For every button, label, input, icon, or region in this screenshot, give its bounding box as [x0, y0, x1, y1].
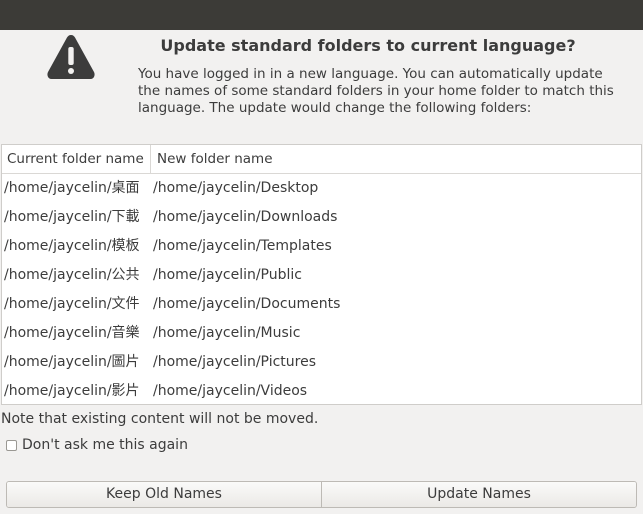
current-folder-cell: /home/jaycelin/下載: [4, 209, 140, 225]
current-folder-cell: /home/jaycelin/桌面: [4, 180, 140, 196]
new-folder-cell: /home/jaycelin/Desktop: [153, 180, 319, 196]
dont-ask-again-row[interactable]: Don't ask me this again: [6, 436, 188, 454]
new-folder-cell: /home/jaycelin/Pictures: [153, 354, 316, 370]
new-folder-cell: /home/jaycelin/Templates: [153, 238, 332, 254]
table-row[interactable]: /home/jaycelin/模板 /home/jaycelin/Templat…: [2, 232, 641, 261]
current-folder-cell: /home/jaycelin/模板: [4, 238, 140, 254]
dialog-message: You have logged in in a new language. Yo…: [138, 66, 614, 116]
new-folder-cell: /home/jaycelin/Downloads: [153, 209, 338, 225]
column-header-current[interactable]: Current folder name: [2, 145, 151, 173]
table-row[interactable]: /home/jaycelin/文件 /home/jaycelin/Documen…: [2, 290, 641, 319]
new-folder-cell: /home/jaycelin/Videos: [153, 383, 308, 399]
table-row[interactable]: /home/jaycelin/桌面 /home/jaycelin/Desktop: [2, 174, 641, 203]
window-titlebar[interactable]: [0, 0, 643, 30]
keep-old-names-button[interactable]: Keep Old Names: [7, 482, 321, 507]
table-body: /home/jaycelin/桌面 /home/jaycelin/Desktop…: [2, 174, 641, 406]
table-row[interactable]: /home/jaycelin/圖片 /home/jaycelin/Picture…: [2, 348, 641, 377]
current-folder-cell: /home/jaycelin/圖片: [4, 354, 140, 370]
column-header-new[interactable]: New folder name: [151, 145, 641, 173]
current-folder-cell: /home/jaycelin/文件: [4, 296, 140, 312]
new-folder-cell: /home/jaycelin/Documents: [153, 296, 341, 312]
button-bar: Keep Old Names Update Names: [6, 481, 637, 508]
dont-ask-again-label[interactable]: Don't ask me this again: [22, 437, 188, 453]
new-folder-cell: /home/jaycelin/Public: [153, 267, 302, 283]
table-row[interactable]: /home/jaycelin/音樂 /home/jaycelin/Music: [2, 319, 641, 348]
table-row[interactable]: /home/jaycelin/下載 /home/jaycelin/Downloa…: [2, 203, 641, 232]
dialog-heading: Update standard folders to current langu…: [160, 36, 576, 55]
note-text: Note that existing content will not be m…: [1, 411, 319, 427]
table-row[interactable]: /home/jaycelin/公共 /home/jaycelin/Public: [2, 261, 641, 290]
table-row[interactable]: /home/jaycelin/影片 /home/jaycelin/Videos: [2, 377, 641, 406]
new-folder-cell: /home/jaycelin/Music: [153, 325, 301, 341]
dont-ask-again-checkbox[interactable]: [6, 439, 17, 451]
current-folder-cell: /home/jaycelin/音樂: [4, 325, 140, 341]
current-folder-cell: /home/jaycelin/公共: [4, 267, 140, 283]
folders-table: Current folder name New folder name /hom…: [1, 144, 642, 405]
update-names-button[interactable]: Update Names: [321, 482, 636, 507]
current-folder-cell: /home/jaycelin/影片: [4, 383, 140, 399]
warning-icon: [47, 35, 95, 79]
table-header: Current folder name New folder name: [2, 145, 641, 174]
